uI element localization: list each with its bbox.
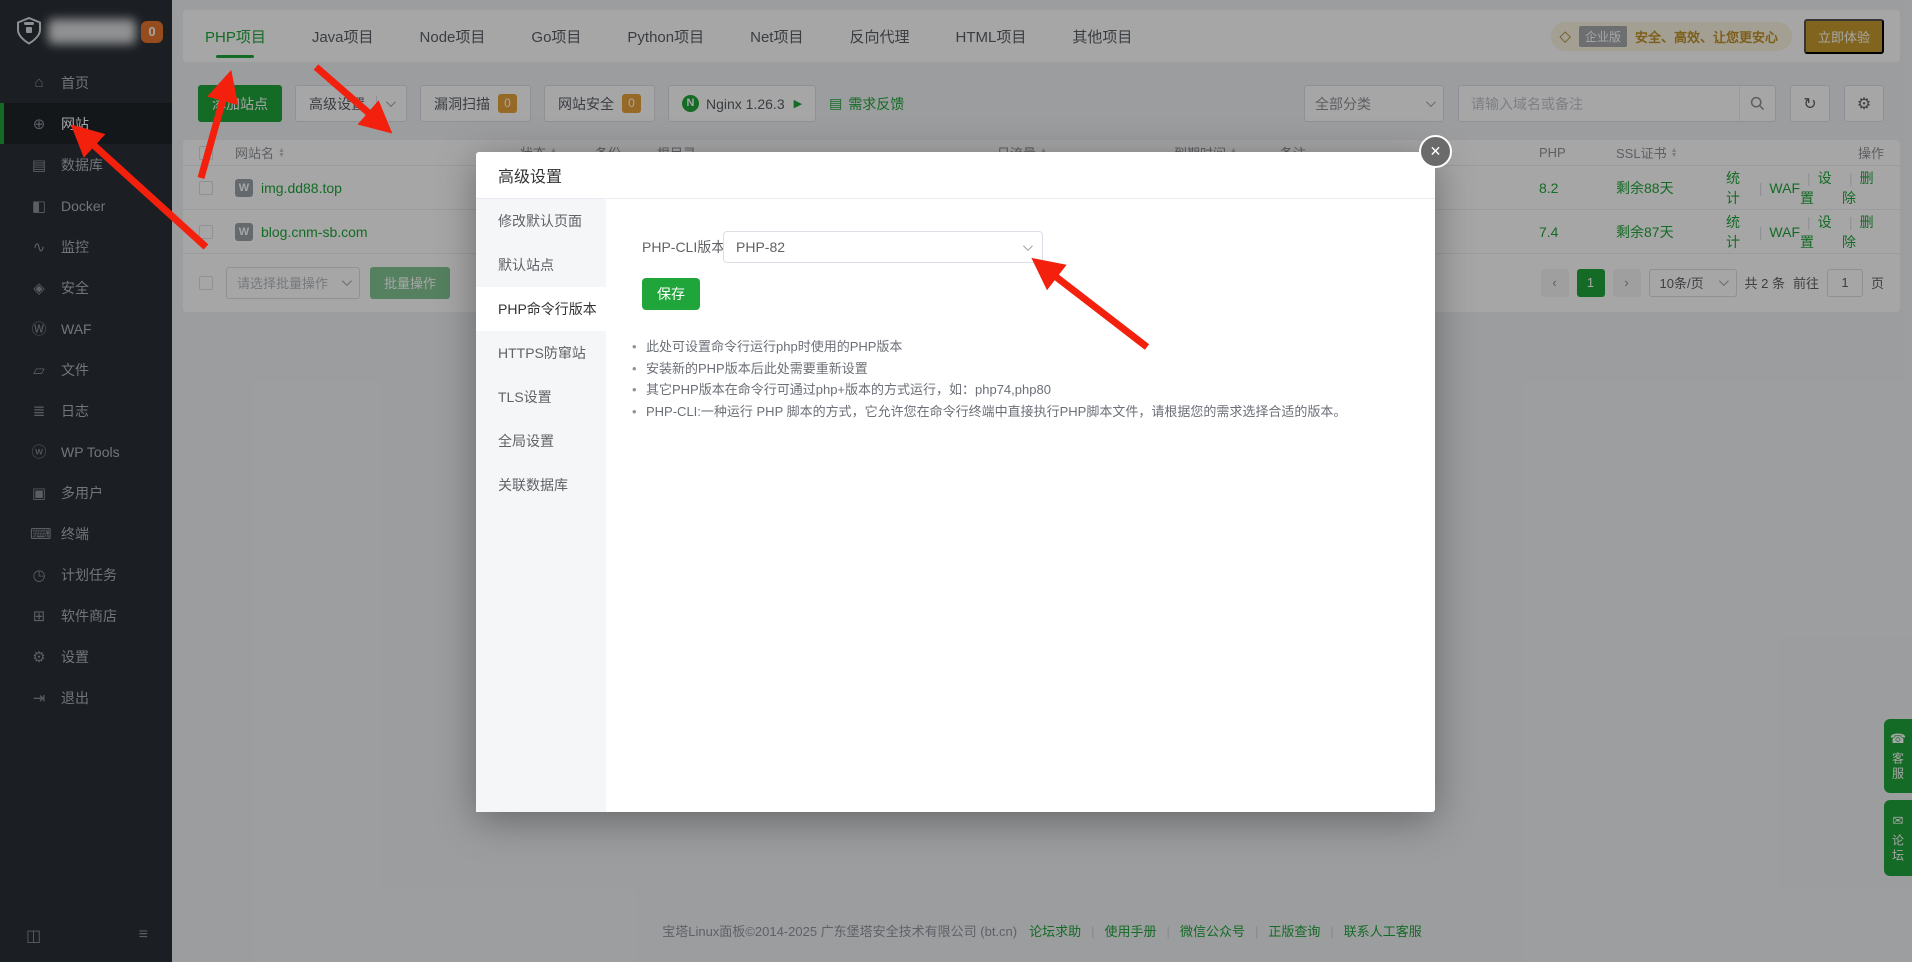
php-cli-version-label: PHP-CLI版本 — [642, 231, 725, 263]
modal-body: 修改默认页面 默认站点 PHP命令行版本 HTTPS防窜站 — [476, 199, 1435, 812]
modal-tab-label: 关联数据库 — [498, 475, 568, 495]
modal-tab-database[interactable]: 关联数据库 — [476, 463, 606, 507]
modal-tab-label: HTTPS防窜站 — [498, 343, 586, 363]
modal-tab-tls[interactable]: TLS设置 — [476, 375, 606, 419]
close-icon: ✕ — [1430, 143, 1442, 160]
note-item: 其它PHP版本在命令行可通过php+版本的方式运行，如：php74,php80 — [630, 379, 1346, 401]
modal-tab-label: 修改默认页面 — [498, 211, 582, 231]
modal-tab-https[interactable]: HTTPS防窜站 — [476, 331, 606, 375]
modal-header: 高级设置 — [476, 152, 1435, 199]
modal-tab-label: TLS设置 — [498, 387, 552, 407]
modal-tab-php-cli[interactable]: PHP命令行版本 — [476, 287, 606, 331]
modal-tab-global[interactable]: 全局设置 — [476, 419, 606, 463]
modal-tab-label: 默认站点 — [498, 255, 554, 275]
app-root: 0 ⌂ 首页 ⊕ 网站 ▤ 数据库 ◧ — [0, 0, 1912, 962]
chevron-down-icon — [1023, 241, 1033, 251]
php-cli-version-select[interactable]: PHP-82 — [723, 231, 1043, 263]
note-item: PHP-CLI:一种运行 PHP 脚本的方式，它允许您在命令行终端中直接执行PH… — [630, 401, 1346, 423]
php-cli-notes: 此处可设置命令行运行php时使用的PHP版本安装新的PHP版本后此处需要重新设置… — [630, 336, 1346, 422]
php-cli-version-value: PHP-82 — [736, 239, 785, 255]
save-button[interactable]: 保存 — [642, 278, 700, 310]
close-button[interactable]: ✕ — [1419, 135, 1452, 168]
modal-tab-label: PHP命令行版本 — [498, 299, 597, 319]
note-item: 安装新的PHP版本后此处需要重新设置 — [630, 358, 1346, 380]
advanced-settings-modal: 高级设置 ✕ 修改默认页面 默认站点 PHP命令行版本 — [476, 152, 1435, 812]
note-item: 此处可设置命令行运行php时使用的PHP版本 — [630, 336, 1346, 358]
modal-tab-label: 全局设置 — [498, 431, 554, 451]
modal-tab-default-page[interactable]: 修改默认页面 — [476, 199, 606, 243]
modal-content: PHP-CLI版本 PHP-82 保存 此处可设置命令行运行php时使用的PHP… — [606, 199, 1435, 812]
modal-title: 高级设置 — [498, 163, 562, 187]
modal-tab-list: 修改默认页面 默认站点 PHP命令行版本 HTTPS防窜站 — [476, 199, 606, 812]
modal-tab-default-site[interactable]: 默认站点 — [476, 243, 606, 287]
